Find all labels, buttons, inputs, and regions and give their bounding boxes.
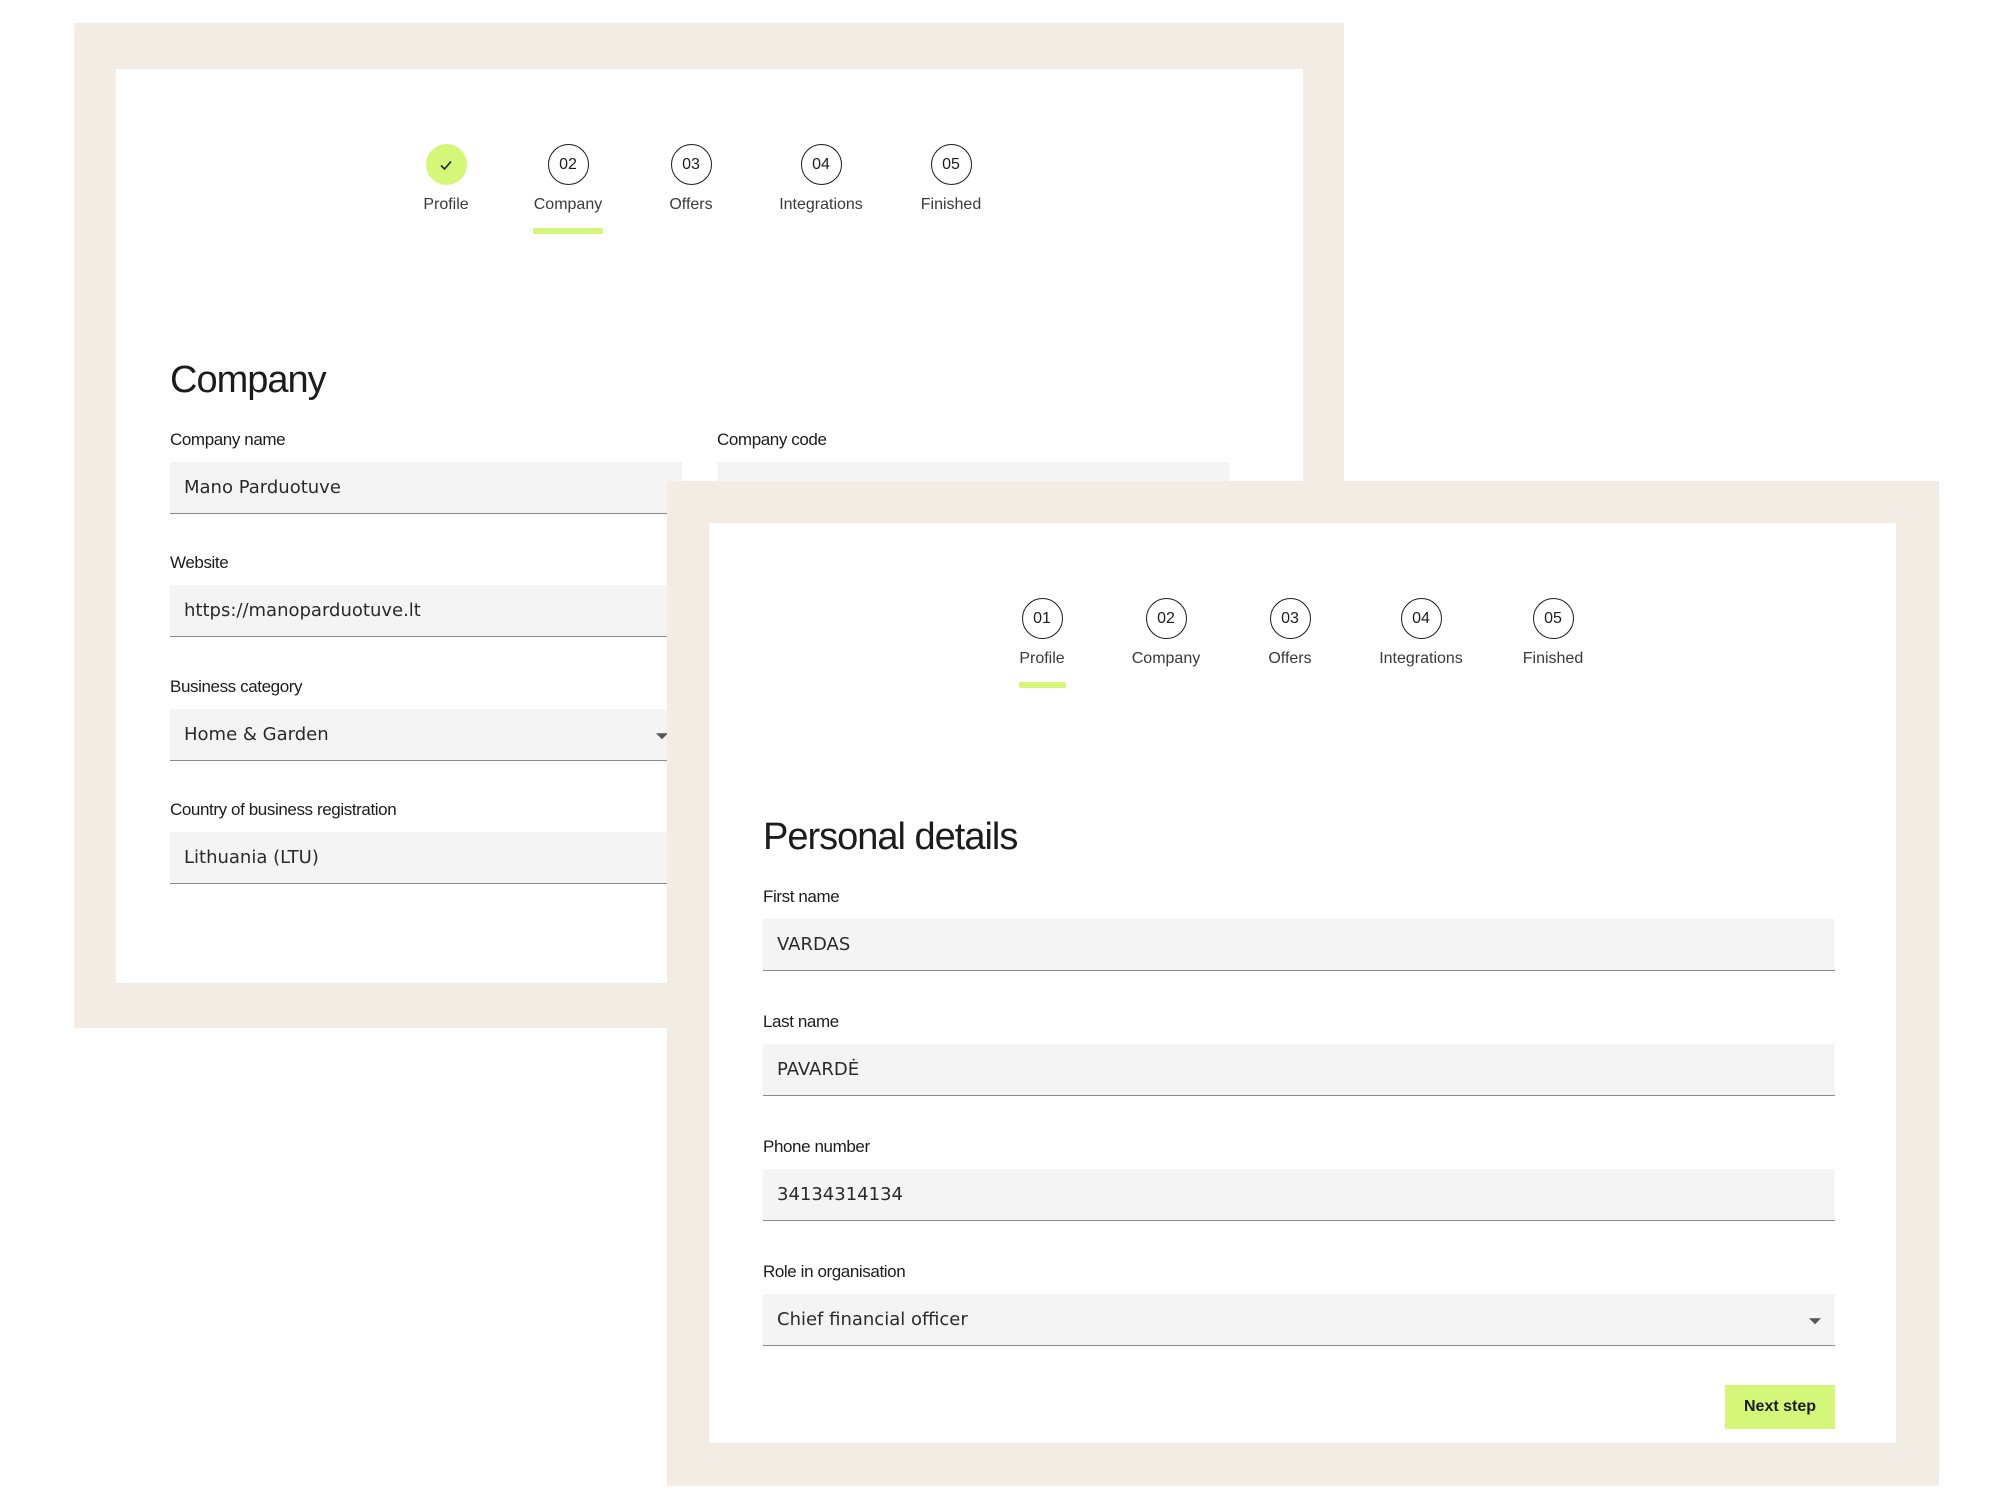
country-label: Country of business registration: [170, 800, 397, 819]
step-label: Company: [1131, 650, 1201, 667]
personal-frame: 01 Profile 02 Company 03 Offers 04 Integ…: [667, 481, 1939, 1486]
company-name-value: Mano Parduotuve: [184, 477, 341, 498]
step-number: 01: [1021, 598, 1063, 639]
page-title: Company: [170, 359, 327, 401]
step-label: Company: [533, 196, 603, 213]
step-label: Integrations: [779, 196, 863, 213]
check-icon: [440, 160, 452, 170]
company-code-label: Company code: [717, 430, 827, 449]
website-label: Website: [170, 553, 229, 572]
step-number: 04: [800, 144, 842, 185]
canvas: Profile 02 Company 03 Offers 04 Integrat…: [0, 0, 2000, 1500]
next-step-button[interactable]: Next step: [1725, 1385, 1835, 1429]
website-value: https://manoparduotuve.lt: [184, 600, 421, 621]
last-name-input[interactable]: PAVARDĖ: [763, 1044, 1835, 1096]
step-number: 05: [930, 144, 972, 185]
step-finished[interactable]: 05 Finished: [881, 144, 1021, 214]
step-label: Profile: [423, 196, 469, 213]
personal-card: 01 Profile 02 Company 03 Offers 04 Integ…: [709, 523, 1896, 1443]
chevron-down-icon: [1809, 1317, 1821, 1324]
country-value: Lithuania (LTU): [184, 847, 319, 868]
last-name-label: Last name: [763, 1012, 839, 1031]
step-integrations[interactable]: 04 Integrations: [1351, 598, 1491, 668]
step-number: 02: [547, 144, 589, 185]
first-name-value: VARDAS: [777, 934, 851, 955]
company-stepper: Profile 02 Company 03 Offers 04 Integrat…: [116, 69, 1303, 269]
step-number: 03: [1269, 598, 1311, 639]
website-input[interactable]: https://manoparduotuve.lt: [170, 585, 682, 637]
country-input[interactable]: Lithuania (LTU): [170, 832, 682, 884]
step-label: Offers: [1268, 650, 1312, 667]
business-category-label: Business category: [170, 677, 303, 696]
step-offers[interactable]: 03 Offers: [621, 144, 761, 214]
page-title: Personal details: [763, 816, 1018, 858]
step-label: Profile: [1019, 650, 1065, 667]
step-label: Finished: [920, 196, 982, 213]
step-company[interactable]: 02 Company: [498, 144, 638, 234]
step-profile[interactable]: Profile: [376, 144, 516, 214]
business-category-value: Home & Garden: [184, 724, 329, 745]
step-company[interactable]: 02 Company: [1096, 598, 1236, 668]
step-profile-circle: [425, 144, 467, 185]
first-name-input[interactable]: VARDAS: [763, 919, 1835, 971]
active-step-underline: [1018, 682, 1066, 688]
step-label: Integrations: [1379, 650, 1463, 667]
step-finished[interactable]: 05 Finished: [1483, 598, 1623, 668]
company-name-label: Company name: [170, 430, 286, 449]
personal-stepper: 01 Profile 02 Company 03 Offers 04 Integ…: [709, 523, 1896, 723]
step-number: 03: [670, 144, 712, 185]
phone-value: 34134314134: [777, 1184, 903, 1205]
step-label: Finished: [1522, 650, 1584, 667]
role-select[interactable]: Chief financial officer: [763, 1294, 1835, 1346]
step-label: Offers: [669, 196, 713, 213]
active-step-underline: [533, 228, 603, 234]
step-number: 04: [1400, 598, 1442, 639]
step-offers[interactable]: 03 Offers: [1220, 598, 1360, 668]
step-number: 02: [1145, 598, 1187, 639]
business-category-select[interactable]: Home & Garden: [170, 709, 682, 761]
step-profile[interactable]: 01 Profile: [972, 598, 1112, 688]
first-name-label: First name: [763, 887, 840, 906]
step-number: 05: [1532, 598, 1574, 639]
phone-label: Phone number: [763, 1137, 870, 1156]
step-integrations[interactable]: 04 Integrations: [751, 144, 891, 214]
last-name-value: PAVARDĖ: [777, 1059, 860, 1080]
role-label: Role in organisation: [763, 1262, 906, 1281]
phone-input[interactable]: 34134314134: [763, 1169, 1835, 1221]
company-name-input[interactable]: Mano Parduotuve: [170, 462, 682, 514]
role-value: Chief financial officer: [777, 1309, 968, 1330]
